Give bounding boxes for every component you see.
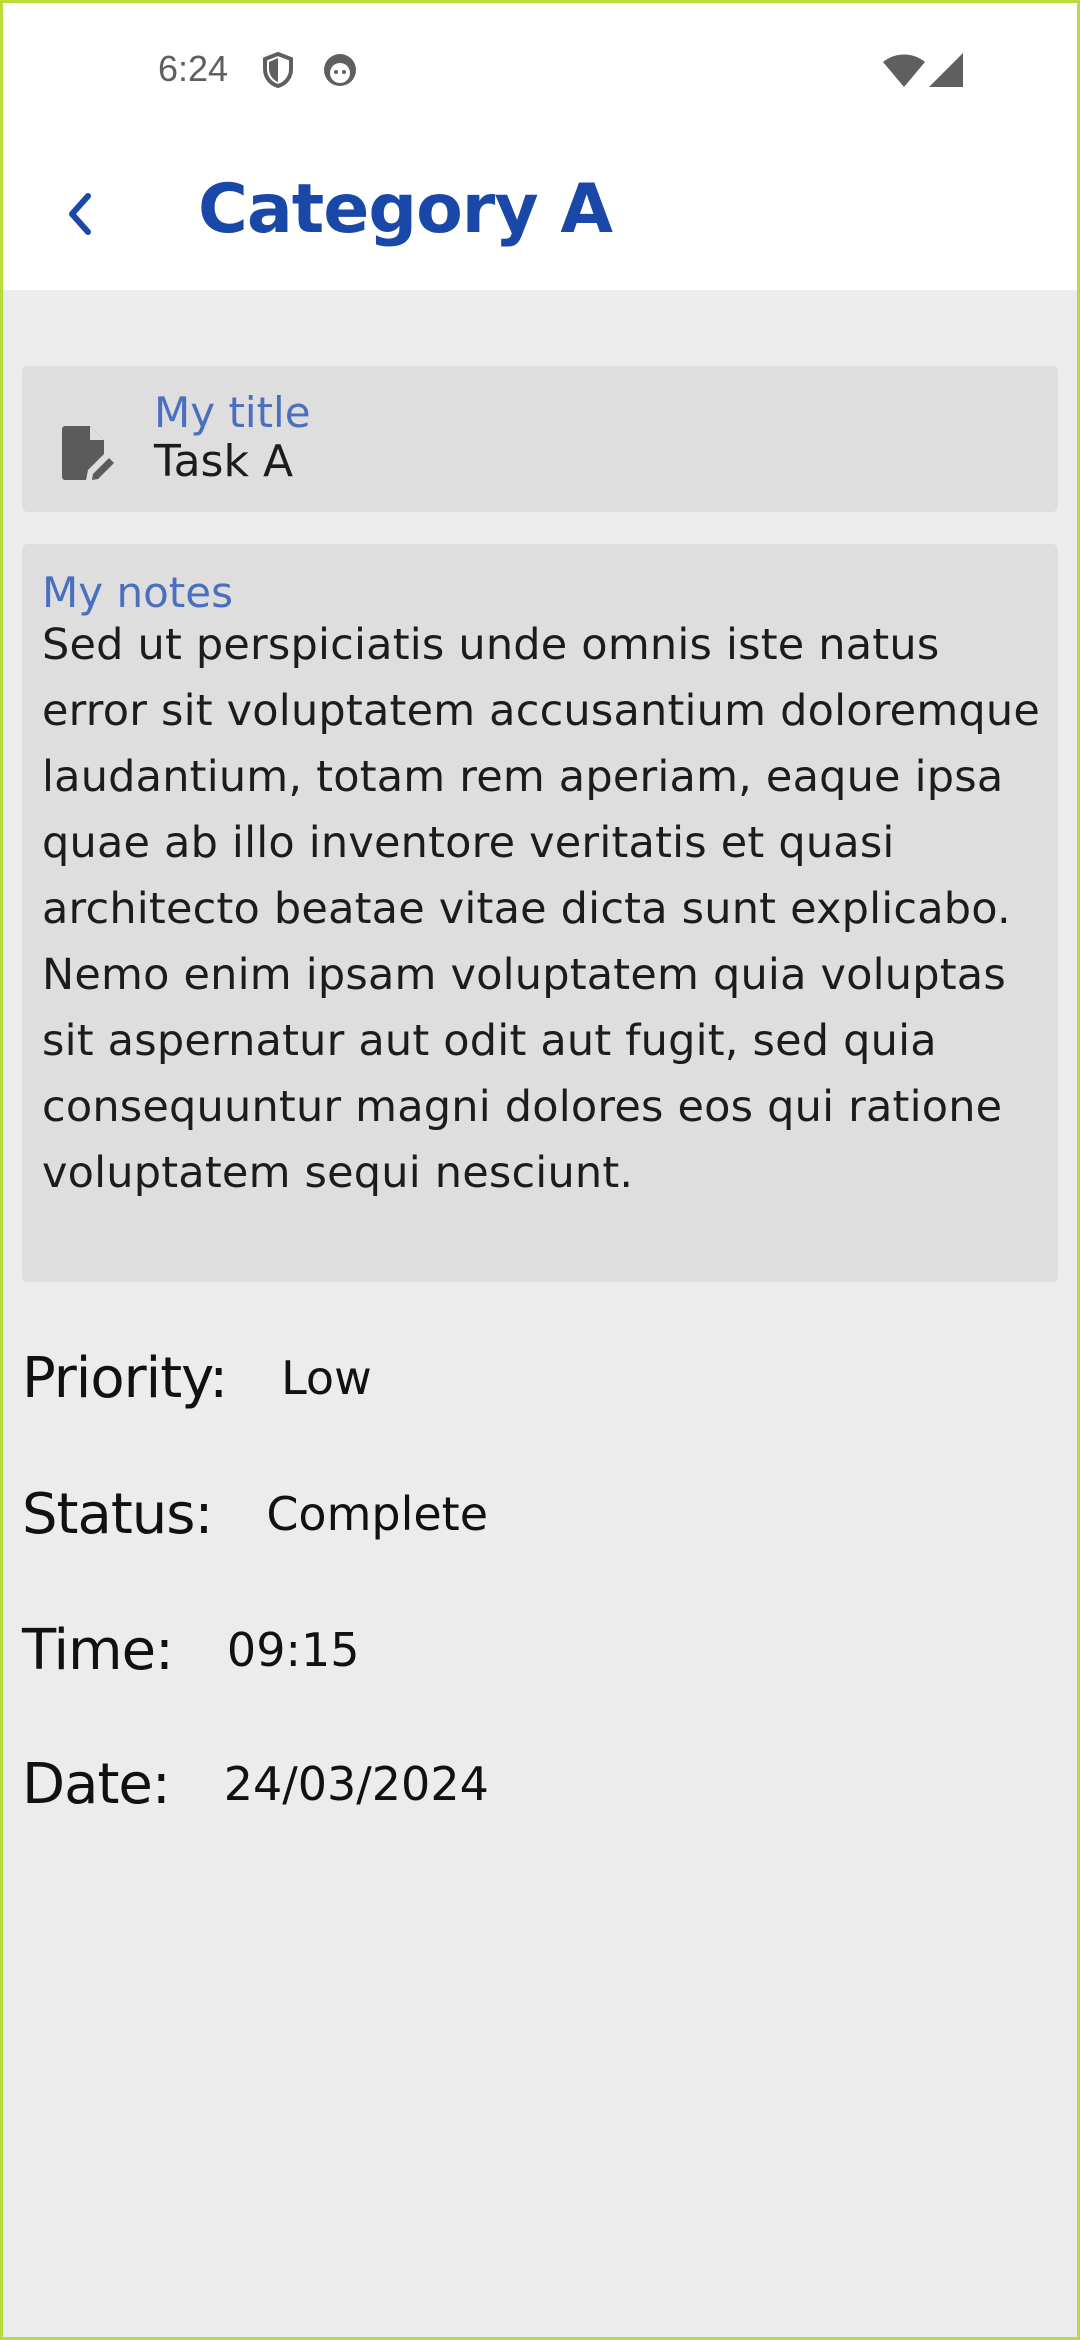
time-row: Time: 09:15 (22, 1610, 360, 1690)
face-icon (322, 52, 358, 93)
status-time: 6:24 (158, 48, 229, 89)
task-title-card[interactable]: My title Task A (22, 366, 1058, 512)
status-bar: 6:24 (0, 0, 1080, 142)
priority-row: Priority: Low (22, 1338, 372, 1418)
page-title: Category A (198, 170, 613, 249)
signal-icon (928, 52, 964, 93)
status-row: Status: Complete (22, 1474, 488, 1554)
priority-value: Low (281, 1351, 372, 1405)
date-row: Date: 24/03/2024 (22, 1744, 489, 1824)
notes-value: Sed ut perspiciatis unde omnis iste natu… (42, 620, 1041, 1198)
status-value: Complete (266, 1487, 489, 1541)
time-label: Time: (22, 1617, 174, 1683)
date-value: 24/03/2024 (223, 1757, 489, 1811)
wifi-icon (882, 54, 926, 93)
time-value: 09:15 (226, 1623, 360, 1677)
task-notes-card[interactable]: My notes Sed ut perspiciatis unde omnis … (22, 544, 1058, 1282)
shield-icon (262, 51, 294, 93)
chevron-left-icon (64, 192, 94, 241)
priority-label: Priority: (22, 1345, 228, 1411)
back-button[interactable] (44, 176, 114, 256)
title-value: Task A (154, 436, 294, 487)
status-label: Status: (22, 1481, 213, 1547)
date-label: Date: (22, 1751, 171, 1817)
app-bar: Category A (0, 142, 1080, 290)
title-label: My title (154, 388, 311, 437)
edit-document-icon (60, 424, 116, 487)
notes-label: My notes (42, 568, 233, 617)
